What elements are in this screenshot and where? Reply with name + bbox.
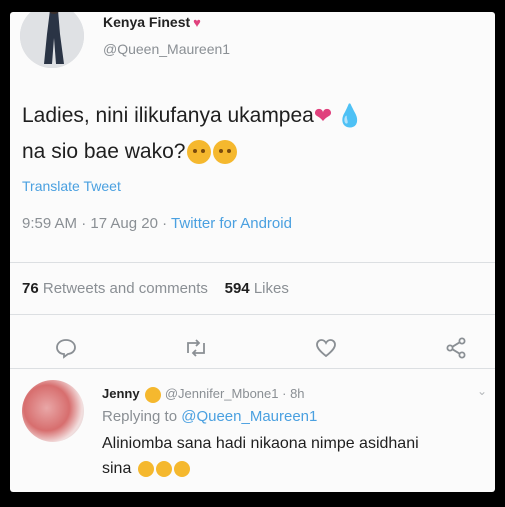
grimacing-face-icon	[173, 460, 190, 477]
tweet-stats: 76 Retweets and comments 594 Likes	[22, 280, 289, 297]
grimacing-face-icon	[155, 460, 172, 477]
reply-author-avatar[interactable]	[22, 380, 84, 442]
divider	[10, 368, 495, 369]
author-handle[interactable]: @Queen_Maureen1	[103, 41, 230, 57]
smiling-face-icon	[213, 140, 238, 165]
tweet-time: 9:59 AM	[22, 215, 78, 232]
retweets-count: 76	[22, 280, 39, 297]
separator: ·	[282, 386, 291, 401]
tweet-meta: 9:59 AM · 17 Aug 20 · Twitter for Androi…	[22, 215, 292, 232]
replying-to: Replying to @Queen_Maureen1	[102, 408, 317, 425]
replying-to-label: Replying to	[102, 408, 178, 425]
likes-label: Likes	[253, 280, 289, 297]
droplet-icon: 💧	[336, 103, 364, 129]
tweet-source-link[interactable]: Twitter for Android	[171, 215, 292, 232]
share-button[interactable]	[440, 332, 472, 364]
chevron-down-icon[interactable]: ⌄	[477, 384, 487, 398]
heart-icon: ❤	[313, 103, 333, 129]
retweet-button[interactable]	[180, 332, 212, 364]
person-silhouette-icon	[20, 12, 84, 68]
reply-button[interactable]	[50, 332, 82, 364]
likes-count: 594	[224, 280, 250, 297]
tweet-date: 17 Aug 20	[90, 215, 158, 232]
retweets-stat[interactable]: 76 Retweets and comments	[22, 280, 208, 297]
divider	[10, 262, 495, 263]
share-icon	[446, 337, 466, 359]
author-avatar[interactable]	[20, 12, 84, 68]
translate-tweet-link[interactable]: Translate Tweet	[22, 178, 121, 194]
separator: ·	[81, 215, 91, 232]
retweets-label: Retweets and comments	[42, 280, 208, 297]
smiling-face-icon	[187, 140, 212, 165]
heart-outline-icon	[316, 339, 336, 358]
like-button[interactable]	[310, 332, 342, 364]
author-name-row: Kenya Finest ♥	[103, 14, 201, 30]
smiling-face-icon	[145, 386, 162, 403]
reply-display-name[interactable]: Jenny	[102, 386, 140, 401]
reply-text-line1: Aliniomba sana hadi nikaona nimpe asidha…	[102, 435, 419, 452]
reply-time: 8h	[290, 386, 305, 401]
divider	[10, 314, 495, 315]
reply-handle[interactable]: @Jennifer_Mbone1	[165, 386, 279, 401]
tweet-screenshot: Kenya Finest ♥ @Queen_Maureen1 Ladies, n…	[10, 12, 495, 492]
tweet-action-bar	[10, 332, 495, 366]
tweet-text: Ladies, nini ilikufanya ukampea❤ 💧 na sio…	[22, 98, 487, 170]
tweet-text-line2: na sio bae wako?	[22, 140, 186, 163]
retweet-icon	[187, 339, 205, 357]
likes-stat[interactable]: 594 Likes	[225, 280, 289, 297]
tweet-text-line1: Ladies, nini ilikufanya ukampea	[22, 104, 314, 127]
reply-text: Aliniomba sana hadi nikaona nimpe asidha…	[102, 431, 494, 481]
heart-icon: ♥	[193, 14, 201, 30]
reply-text-line2: sina	[102, 460, 132, 477]
grimacing-face-icon	[137, 460, 154, 477]
replying-to-mention[interactable]: @Queen_Maureen1	[181, 408, 317, 425]
reply-author-row: Jenny @Jennifer_Mbone1 · 8h	[102, 386, 305, 403]
reply-icon	[56, 339, 76, 359]
separator: ·	[162, 215, 172, 232]
author-display-name[interactable]: Kenya Finest	[103, 14, 190, 30]
